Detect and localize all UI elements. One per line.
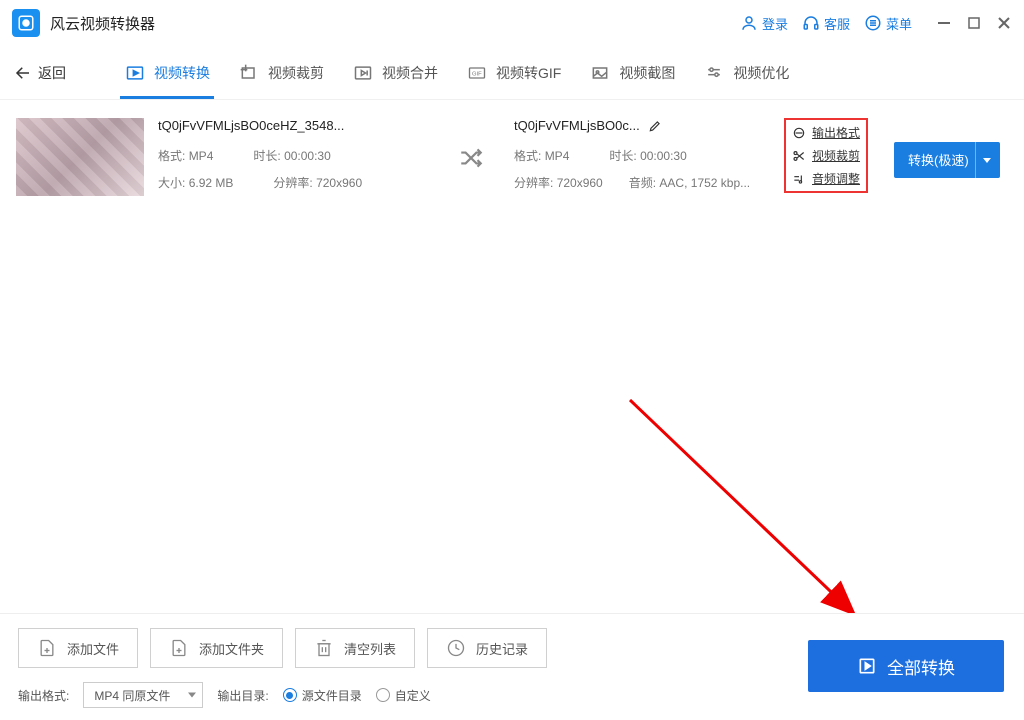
minimize-button[interactable] [936,15,952,31]
row-actions-highlight: 输出格式 视频裁剪 音频调整 [784,118,868,193]
login-button[interactable]: 登录 [740,14,788,33]
video-crop-link[interactable]: 视频裁剪 [792,147,860,164]
add-file-button[interactable]: 添加文件 [18,628,138,668]
format-icon [792,126,806,140]
merge-icon [352,62,374,84]
crop-icon [238,62,260,84]
play-icon [857,656,877,676]
tab-video-crop[interactable]: 视频裁剪 [238,46,324,99]
dst-resolution: 分辨率: 720x960 [514,174,603,191]
menu-button[interactable]: 菜单 [864,14,912,33]
trash-icon [314,638,334,658]
src-format: 格式: MP4 [158,147,213,164]
svg-text:GIF: GIF [472,71,482,77]
tab-video-optimize[interactable]: 视频优化 [703,46,789,99]
dst-duration: 时长: 00:00:30 [609,147,686,164]
clear-list-button[interactable]: 清空列表 [295,628,415,668]
folder-add-icon [169,638,189,658]
dst-audio: 音频: AAC, 1752 kbp... [629,174,750,191]
audio-adjust-link[interactable]: 音频调整 [792,170,860,187]
arrow-left-icon [14,64,32,82]
optimize-icon [703,62,725,84]
file-add-icon [37,638,57,658]
convert-row-button[interactable]: 转换(极速) [894,142,1000,178]
service-button[interactable]: 客服 [802,14,850,33]
output-format-select[interactable]: MP4 同原文件 [83,682,203,708]
minimize-icon [936,15,952,31]
video-thumbnail[interactable] [16,118,144,196]
app-logo [12,9,40,37]
scissors-icon [792,149,806,163]
add-folder-button[interactable]: 添加文件夹 [150,628,283,668]
tab-video-screenshot[interactable]: 视频截图 [589,46,675,99]
history-button[interactable]: 历史记录 [427,628,547,668]
output-format-link[interactable]: 输出格式 [792,124,860,141]
dst-format: 格式: MP4 [514,147,569,164]
file-row: tQ0jFvVFMLjsBO0ceHZ_3548... 格式: MP4 时长: … [16,118,1008,201]
screenshot-icon [589,62,611,84]
close-button[interactable] [996,15,1012,31]
app-title: 风云视频转换器 [50,13,155,34]
menu-icon [864,14,882,32]
dir-source-radio[interactable]: 源文件目录 [283,687,362,704]
chevron-down-icon [982,155,992,165]
user-icon [740,14,758,32]
headset-icon [802,14,820,32]
maximize-icon [966,15,982,31]
src-size: 大小: 6.92 MB [158,174,233,191]
src-duration: 时长: 00:00:30 [253,147,330,164]
tab-video-convert[interactable]: 视频转换 [124,46,210,99]
gif-icon: GIF [466,62,488,84]
source-filename: tQ0jFvVFMLjsBO0ceHZ_3548... [158,118,428,133]
convert-dropdown[interactable] [975,142,992,178]
close-icon [996,15,1012,31]
src-resolution: 分辨率: 720x960 [273,174,362,191]
pencil-icon [648,119,662,133]
clock-icon [446,638,466,658]
edit-filename-button[interactable] [648,119,662,133]
radio-checked-icon [283,688,297,702]
radio-unchecked-icon [376,688,390,702]
back-button[interactable]: 返回 [14,63,66,83]
music-icon [792,172,806,186]
output-dir-label: 输出目录: [217,687,268,704]
convert-all-button[interactable]: 全部转换 [808,640,1004,692]
convert-icon [124,62,146,84]
shuffle-icon [458,145,484,174]
output-format-label: 输出格式: [18,687,69,704]
maximize-button[interactable] [966,15,982,31]
dir-custom-radio[interactable]: 自定义 [376,687,431,704]
tab-video-merge[interactable]: 视频合并 [352,46,438,99]
tab-video-gif[interactable]: GIF 视频转GIF [466,46,561,99]
dest-filename: tQ0jFvVFMLjsBO0c... [514,118,640,133]
